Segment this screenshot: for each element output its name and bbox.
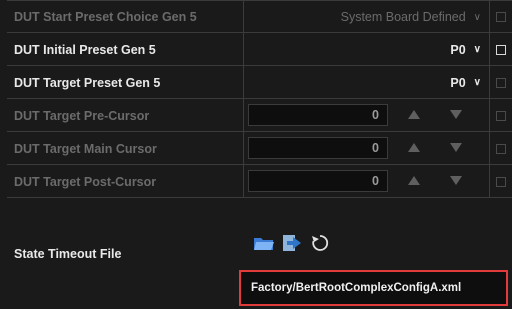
pre-cursor-stepper: 0 xyxy=(244,99,490,132)
chevron-down-icon: ∨ xyxy=(473,77,481,88)
arrow-up-icon[interactable] xyxy=(408,176,420,185)
arrow-up-icon[interactable] xyxy=(408,110,420,119)
target-preset-checkbox[interactable] xyxy=(489,66,512,99)
main-cursor-label: DUT Target Main Cursor xyxy=(7,132,244,165)
main-cursor-checkbox[interactable] xyxy=(489,132,512,165)
initial-preset-checkbox[interactable] xyxy=(489,33,512,66)
row-initial-preset: DUT Initial Preset Gen 5 P0 ∨ xyxy=(7,32,512,66)
row-main-cursor: DUT Target Main Cursor 0 xyxy=(7,131,512,165)
row-post-cursor: DUT Target Post-Cursor 0 xyxy=(7,164,512,198)
initial-preset-label: DUT Initial Preset Gen 5 xyxy=(7,33,244,66)
row-pre-cursor: DUT Target Pre-Cursor 0 xyxy=(7,98,512,132)
row-target-preset: DUT Target Preset Gen 5 P0 ∨ xyxy=(7,65,512,99)
row-start-preset-choice: DUT Start Preset Choice Gen 5 System Boa… xyxy=(7,0,512,33)
target-preset-label: DUT Target Preset Gen 5 xyxy=(7,66,244,99)
target-preset-value: P0 xyxy=(450,75,466,90)
state-timeout-file-path[interactable]: Factory/BertRootComplexConfigA.xml xyxy=(239,270,508,306)
start-preset-choice-value: System Board Defined xyxy=(340,10,466,24)
reset-icon[interactable] xyxy=(307,231,333,255)
post-cursor-input[interactable]: 0 xyxy=(248,170,388,192)
settings-panel: DUT Start Preset Choice Gen 5 System Boa… xyxy=(0,0,512,308)
pre-cursor-label: DUT Target Pre-Cursor xyxy=(7,99,244,132)
arrow-down-icon[interactable] xyxy=(450,176,462,185)
main-cursor-input[interactable]: 0 xyxy=(248,137,388,159)
chevron-down-icon: ∨ xyxy=(473,11,481,23)
main-cursor-stepper: 0 xyxy=(244,132,490,165)
initial-preset-select[interactable]: P0 ∨ xyxy=(244,33,490,66)
post-cursor-stepper: 0 xyxy=(244,165,490,198)
open-folder-icon[interactable] xyxy=(251,231,277,255)
import-icon[interactable] xyxy=(279,231,305,255)
post-cursor-checkbox[interactable] xyxy=(489,165,512,198)
pre-cursor-checkbox[interactable] xyxy=(489,99,512,132)
arrow-down-icon[interactable] xyxy=(450,110,462,119)
post-cursor-label: DUT Target Post-Cursor xyxy=(7,165,244,198)
start-preset-choice-checkbox[interactable] xyxy=(489,1,512,33)
state-timeout-label: State Timeout File xyxy=(14,246,122,261)
target-preset-select[interactable]: P0 ∨ xyxy=(244,66,490,99)
start-preset-choice-label: DUT Start Preset Choice Gen 5 xyxy=(7,1,244,33)
arrow-up-icon[interactable] xyxy=(408,143,420,152)
start-preset-choice-select[interactable]: System Board Defined ∨ xyxy=(244,1,490,33)
chevron-down-icon: ∨ xyxy=(473,44,481,55)
initial-preset-value: P0 xyxy=(450,42,466,57)
pre-cursor-input[interactable]: 0 xyxy=(248,104,388,126)
arrow-down-icon[interactable] xyxy=(450,143,462,152)
